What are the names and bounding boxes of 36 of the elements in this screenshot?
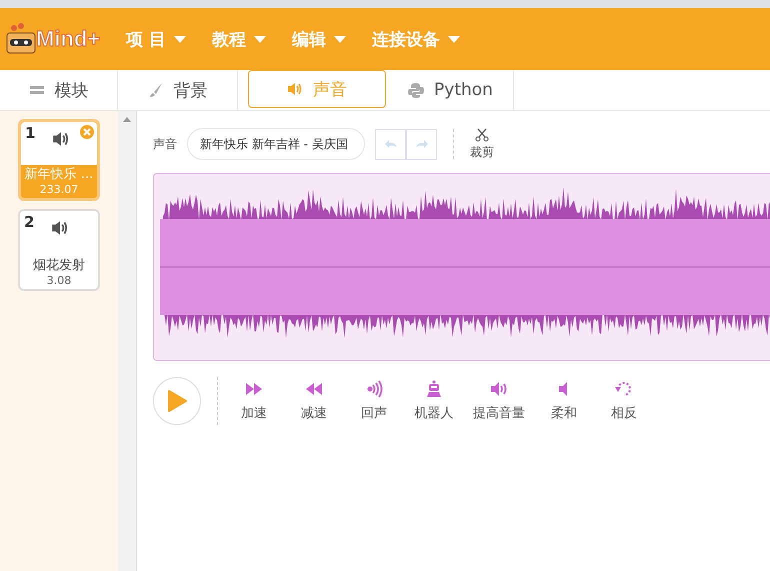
sound-number: 2 xyxy=(24,213,34,231)
brush-icon xyxy=(148,82,164,98)
effect-button[interactable]: 柔和 xyxy=(534,380,594,422)
sound-duration: 233.07 xyxy=(38,183,80,198)
effect-button[interactable]: 减速 xyxy=(284,380,344,422)
undo-icon xyxy=(384,139,398,149)
reverse-icon xyxy=(614,380,634,398)
logo-text: Mind+ xyxy=(36,26,100,52)
play-button[interactable] xyxy=(153,377,201,425)
robot-logo-icon xyxy=(6,23,36,55)
scroll-up-icon[interactable] xyxy=(123,117,131,122)
effect-button[interactable]: 机器人 xyxy=(404,380,464,422)
play-icon xyxy=(166,389,188,413)
sound-name: 新年快乐 ... xyxy=(24,166,94,183)
sound-duration: 3.08 xyxy=(46,274,72,289)
effect-button[interactable]: 提高音量 xyxy=(464,380,534,422)
effect-button[interactable]: 回声 xyxy=(344,380,404,422)
effect-button[interactable]: 加速 xyxy=(224,380,284,422)
python-icon xyxy=(408,82,424,98)
sound-name-field[interactable]: 新年快乐 新年吉祥 - 吴庆国 xyxy=(187,128,365,160)
sound-label: 声音 xyxy=(153,136,177,152)
redo-button[interactable] xyxy=(406,128,437,160)
effect-button[interactable]: 相反 xyxy=(594,380,654,422)
robot-icon xyxy=(424,380,444,398)
sound-card[interactable]: 2 烟花发射 3.08 xyxy=(18,209,100,291)
sound-number: 1 xyxy=(25,124,36,142)
rewind-icon xyxy=(304,380,324,398)
trim-button[interactable]: 裁剪 xyxy=(470,128,494,160)
undo-button[interactable] xyxy=(375,128,406,160)
volume-up-icon xyxy=(489,380,509,398)
sound-card[interactable]: 1 新年快乐 ... 233.07 xyxy=(18,119,100,201)
speaker-icon xyxy=(287,81,303,97)
sound-name: 烟花发射 xyxy=(32,257,86,274)
redo-icon xyxy=(414,139,428,149)
scissors-icon xyxy=(475,128,489,142)
fast-forward-icon xyxy=(244,380,264,398)
